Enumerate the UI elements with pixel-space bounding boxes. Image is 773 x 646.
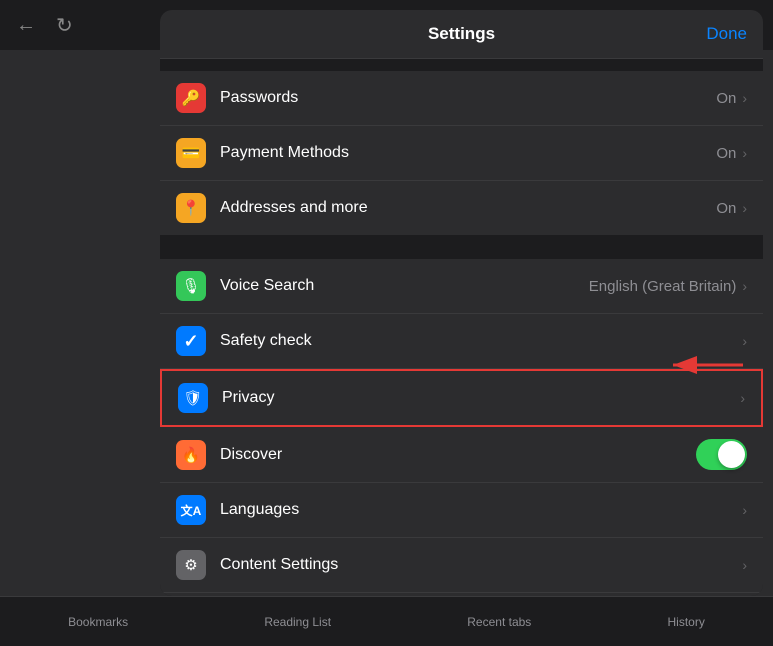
discover-item[interactable]: 🔥 Discover xyxy=(160,427,763,483)
settings-title: Settings xyxy=(428,24,495,44)
done-button[interactable]: Done xyxy=(706,24,747,44)
addresses-label: Addresses and more xyxy=(220,199,716,217)
payment-methods-item[interactable]: 💳 Payment Methods On › xyxy=(160,126,763,181)
bottom-tab-bar: Bookmarks Reading List Recent tabs Histo… xyxy=(0,596,773,646)
addresses-chevron: › xyxy=(742,200,747,216)
passwords-value: On xyxy=(716,90,736,107)
settings-list: 🔑 Passwords On › 💳 Payment Methods On › … xyxy=(160,59,763,596)
payment-value: On xyxy=(716,145,736,162)
voice-search-icon: 🎙 xyxy=(176,271,206,301)
tab-history[interactable]: History xyxy=(668,615,705,629)
privacy-label: Privacy xyxy=(222,389,740,407)
discover-icon: 🔥 xyxy=(176,440,206,470)
privacy-icon: 🛡 xyxy=(178,383,208,413)
settings-header: Settings Done xyxy=(160,10,763,59)
content-settings-chevron: › xyxy=(742,557,747,573)
addresses-icon: 📍 xyxy=(176,193,206,223)
refresh-icon[interactable]: ↻ xyxy=(56,13,73,38)
voice-search-item[interactable]: 🎙 Voice Search English (Great Britain) › xyxy=(160,259,763,314)
discover-toggle[interactable] xyxy=(696,439,747,470)
payment-label: Payment Methods xyxy=(220,144,716,162)
safety-check-icon: ✓ xyxy=(176,326,206,356)
passwords-chevron: › xyxy=(742,90,747,106)
languages-chevron: › xyxy=(742,502,747,518)
tab-recent-tabs[interactable]: Recent tabs xyxy=(467,615,531,629)
voice-search-label: Voice Search xyxy=(220,277,589,295)
safety-check-chevron: › xyxy=(742,333,747,349)
voice-search-value: English (Great Britain) xyxy=(589,278,737,295)
passwords-icon: 🔑 xyxy=(176,83,206,113)
content-settings-icon: ⚙ xyxy=(176,550,206,580)
addresses-item[interactable]: 📍 Addresses and more On › xyxy=(160,181,763,235)
payment-chevron: › xyxy=(742,145,747,161)
section-divider-1 xyxy=(160,247,763,259)
toggle-knob xyxy=(718,441,745,468)
voice-search-chevron: › xyxy=(742,278,747,294)
payment-icon: 💳 xyxy=(176,138,206,168)
safety-check-label: Safety check xyxy=(220,332,742,350)
passwords-item[interactable]: 🔑 Passwords On › xyxy=(160,71,763,126)
languages-label: Languages xyxy=(220,501,742,519)
privacy-chevron: › xyxy=(740,390,745,406)
tab-bookmarks[interactable]: Bookmarks xyxy=(68,615,128,629)
back-icon[interactable]: ← xyxy=(16,14,36,37)
privacy-item[interactable]: 🛡 Privacy › xyxy=(160,369,763,427)
content-settings-label: Content Settings xyxy=(220,556,742,574)
passwords-label: Passwords xyxy=(220,89,716,107)
discover-label: Discover xyxy=(220,446,696,464)
languages-icon: 文A xyxy=(176,495,206,525)
section-autofill: 🔑 Passwords On › 💳 Payment Methods On › … xyxy=(160,71,763,235)
languages-item[interactable]: 文A Languages › xyxy=(160,483,763,538)
addresses-value: On xyxy=(716,200,736,217)
tab-reading-list[interactable]: Reading List xyxy=(264,615,331,629)
section-misc: 🎙 Voice Search English (Great Britain) ›… xyxy=(160,259,763,596)
safety-check-item[interactable]: ✓ Safety check › xyxy=(160,314,763,369)
content-settings-item[interactable]: ⚙ Content Settings › xyxy=(160,538,763,593)
settings-panel: Settings Done 🔑 Passwords On › 💳 Payment… xyxy=(160,10,763,596)
